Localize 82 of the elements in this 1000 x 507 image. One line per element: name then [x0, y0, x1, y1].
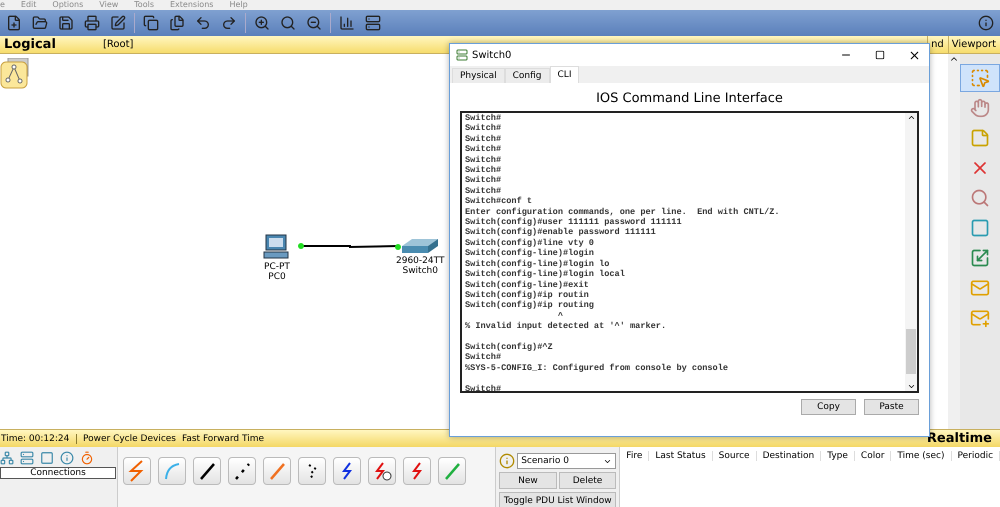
category-label: Connections	[0, 467, 116, 479]
device-model-label: 2960-24TT	[396, 256, 444, 266]
status-button[interactable]: Fast Forward Time	[182, 434, 264, 444]
clipboard-button[interactable]: Paste	[864, 399, 919, 415]
terminal-line: Switch#	[465, 134, 502, 144]
terminal-line: Switch(config)#enable password 111111	[465, 227, 657, 238]
column-header: Time (sec)	[891, 451, 952, 461]
scenario-dropdown[interactable]: Scenario 0	[517, 453, 616, 469]
note-icon	[970, 128, 990, 148]
workspace-mode-label[interactable]: Logical	[0, 37, 103, 52]
terminal-line: Switch#	[465, 165, 502, 176]
terminal-line: Switch#	[465, 154, 502, 166]
column-header: Periodic	[952, 451, 1000, 461]
terminal-line: Switch(config)#ip routin	[465, 290, 590, 300]
cable-tool-button[interactable]	[228, 457, 256, 485]
shape-icon	[970, 218, 990, 238]
search-icon	[970, 188, 990, 208]
toggle-pdu-button[interactable]: Toggle PDU List Window	[499, 492, 616, 507]
maximize-icon	[875, 50, 885, 60]
time-label: Time: 00:12:24	[0, 434, 77, 444]
column-header: Source	[712, 451, 757, 461]
network-diagram-icon[interactable]	[0, 58, 30, 90]
device-name-label: Switch0	[402, 266, 438, 276]
resize-icon	[970, 248, 990, 268]
terminal-line: Switch(config-line)#exit	[465, 280, 590, 290]
root-path-label: [Root]	[103, 39, 134, 50]
cable-tool-button[interactable]	[368, 457, 396, 485]
terminal-line: Switch(config)#ip routing	[465, 300, 595, 311]
terminal-line: Switch(config-line)#login local	[465, 269, 626, 280]
realtime-mode-label[interactable]: Realtime	[926, 431, 992, 446]
terminal-line: Switch(config)#line vty 0	[465, 238, 595, 248]
terminal-line: Switch#	[465, 175, 502, 186]
cli-heading: IOS Command Line Interface	[595, 90, 784, 108]
terminal-line: % Invalid input detected at '^' marker.	[465, 321, 668, 332]
info-icon[interactable]	[976, 13, 996, 33]
terminal-line: %SYS-5-CONFIG_I: Configured from console by console	[465, 362, 730, 374]
scroll-up-icon[interactable]	[906, 113, 916, 122]
hand-icon	[970, 98, 990, 118]
column-header: Type	[821, 451, 855, 461]
scenario-button[interactable]: Delete	[558, 472, 616, 489]
scenario-button[interactable]: New	[499, 472, 557, 489]
cable-tool-button[interactable]	[193, 457, 222, 485]
cable-line[interactable]	[298, 243, 402, 251]
envelope-icon	[970, 278, 990, 298]
terminal-line: Enter configuration commands, one per line. End with CNTL/Z.	[465, 206, 781, 218]
column-header: Last Status	[649, 451, 713, 461]
scrollbar-thumb[interactable]	[906, 329, 916, 374]
terminal-line: Switch(config)#^Z	[465, 342, 554, 352]
terminal-line: Switch#	[465, 186, 502, 196]
server-icon[interactable]	[363, 13, 383, 33]
terminal-line: Switch#	[465, 144, 502, 155]
workspace-button[interactable]: Viewport	[948, 36, 1000, 53]
select-tool-icon	[970, 68, 990, 88]
copy-icon[interactable]	[141, 13, 161, 33]
terminal-line: Switch#	[465, 384, 502, 391]
envelope-icon	[970, 308, 990, 328]
terminal-line: Switch(config-line)#login	[465, 248, 595, 259]
device-model-label: PC-PT	[264, 262, 290, 272]
terminal-line: ^	[556, 310, 564, 322]
column-header: Fire	[620, 451, 650, 461]
clipboard-button[interactable]: Copy	[801, 399, 856, 415]
tab[interactable]: Physical	[452, 68, 505, 83]
terminal-line: Switch#	[465, 123, 502, 134]
terminal-line: Switch#conf t	[465, 196, 534, 207]
scroll-down-icon[interactable]	[906, 382, 916, 391]
column-header: Color	[854, 451, 892, 461]
tab[interactable]: CLI	[550, 66, 580, 83]
network-switch-icon[interactable]	[400, 236, 440, 256]
terminal-line: Switch#	[465, 352, 502, 363]
column-header: Destination	[756, 451, 822, 461]
cable-tool-button[interactable]	[333, 457, 362, 485]
info-icon[interactable]	[499, 453, 516, 469]
status-button[interactable]: Power Cycle Devices	[83, 434, 176, 444]
printer-icon[interactable]	[82, 13, 102, 33]
close-icon	[908, 48, 920, 62]
scenario-value: Scenario 0	[521, 456, 569, 466]
tab[interactable]: Config	[504, 68, 550, 83]
terminal-line: Switch(config-line)#login lo	[465, 258, 610, 270]
window-title: Switch0	[472, 50, 512, 60]
terminal-line: Switch#	[465, 113, 502, 124]
terminal-line: Switch(config)#user 111111 password 111111	[465, 217, 683, 228]
device-name-label: PC0	[268, 272, 286, 282]
